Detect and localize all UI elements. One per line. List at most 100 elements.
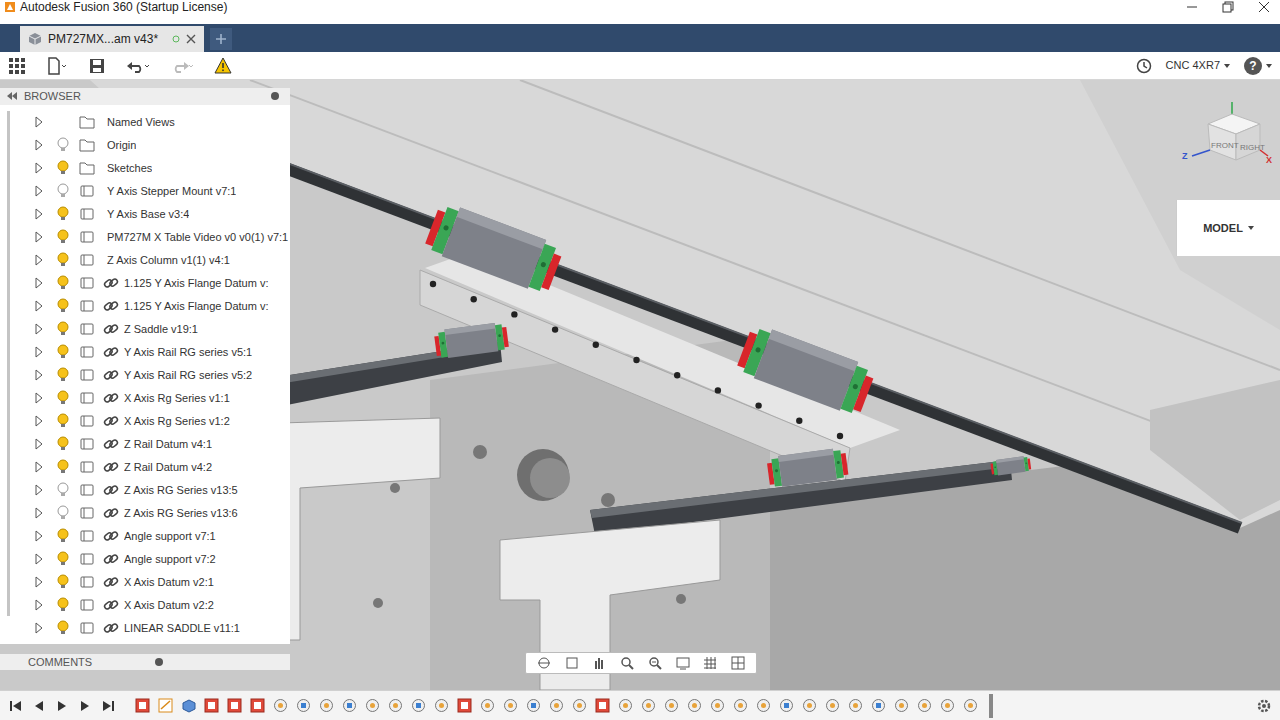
browser-item[interactable]: Origin [0,134,290,157]
timeline-feature-icon[interactable] [203,697,220,714]
close-tab-icon[interactable] [186,34,196,44]
browser-item[interactable]: Y Axis Base v3:4 [0,203,290,226]
timeline-feature-icon[interactable] [755,697,772,714]
expand-arrow-icon[interactable] [33,392,45,404]
visibility-bulb-icon[interactable] [56,505,70,521]
expand-arrow-icon[interactable] [33,622,45,634]
visibility-bulb-icon[interactable] [56,229,70,245]
timeline-feature-icon[interactable] [157,697,174,714]
expand-arrow-icon[interactable] [33,553,45,565]
expand-arrow-icon[interactable] [33,461,45,473]
warning-icon[interactable] [214,57,232,75]
expand-arrow-icon[interactable] [33,599,45,611]
close-icon[interactable] [1258,1,1270,13]
timeline-feature-icon[interactable] [801,697,818,714]
app-grid-icon[interactable] [8,57,26,75]
step-forward-icon[interactable] [77,698,93,714]
visibility-bulb-icon[interactable] [56,574,70,590]
browser-item[interactable]: Z Axis RG Series v13:5 [0,479,290,502]
browser-item[interactable]: Z Saddle v19:1 [0,318,290,341]
expand-arrow-icon[interactable] [33,208,45,220]
pin-icon[interactable] [270,91,280,101]
timeline-feature-icon[interactable] [824,697,841,714]
document-tab[interactable]: PM727MX...am v43* [20,26,204,52]
browser-item[interactable]: X Axis Datum v2:2 [0,594,290,617]
visibility-bulb-icon[interactable] [56,528,70,544]
expand-arrow-icon[interactable] [33,507,45,519]
step-back-icon[interactable] [31,698,47,714]
timeline-feature-icon[interactable] [686,697,703,714]
visibility-bulb-icon[interactable] [56,160,70,176]
visibility-bulb-icon[interactable] [56,206,70,222]
expand-arrow-icon[interactable] [33,576,45,588]
browser-item[interactable]: Angle support v7:2 [0,548,290,571]
expand-arrow-icon[interactable] [33,139,45,151]
timeline-feature-icon[interactable] [870,697,887,714]
job-status-clock-icon[interactable] [1136,58,1152,74]
expand-arrow-icon[interactable] [33,323,45,335]
viewports-icon[interactable] [730,655,746,671]
visibility-bulb-icon[interactable] [56,298,70,314]
visibility-bulb-icon[interactable] [56,390,70,406]
timeline-feature-icon[interactable] [249,697,266,714]
visibility-bulb-icon[interactable] [56,344,70,360]
browser-item[interactable]: Angle support v7:1 [0,525,290,548]
timeline-feature-icon[interactable] [939,697,956,714]
visibility-bulb-icon[interactable] [56,436,70,452]
visibility-bulb-icon[interactable] [56,252,70,268]
visibility-bulb-icon[interactable] [56,137,70,153]
view-cube[interactable]: FRONTRIGHTZX [1180,92,1276,182]
fit-icon[interactable] [647,655,663,671]
expand-arrow-icon[interactable] [33,277,45,289]
settings-gear-icon[interactable] [1256,698,1272,714]
timeline-feature-icon[interactable] [134,697,151,714]
timeline-feature-icon[interactable] [571,697,588,714]
timeline-feature-icon[interactable] [502,697,519,714]
expand-arrow-icon[interactable] [33,530,45,542]
undo-icon[interactable] [126,57,150,75]
new-tab-button[interactable] [210,28,232,50]
minimize-icon[interactable] [1186,1,1198,13]
browser-item[interactable]: Z Rail Datum v4:1 [0,433,290,456]
timeline-feature-icon[interactable] [318,697,335,714]
browser-item[interactable]: Z Rail Datum v4:2 [0,456,290,479]
timeline-marker[interactable] [989,694,993,718]
visibility-bulb-icon[interactable] [56,459,70,475]
browser-item[interactable]: Named Views [0,111,290,134]
timeline-feature-icon[interactable] [847,697,864,714]
timeline-feature-icon[interactable] [295,697,312,714]
timeline-feature-icon[interactable] [364,697,381,714]
browser-item[interactable]: X Axis Rg Series v1:2 [0,410,290,433]
help-menu[interactable]: ? [1244,57,1272,75]
timeline-feature-icon[interactable] [709,697,726,714]
cube-face-label[interactable]: RIGHT [1240,142,1265,154]
browser-item[interactable]: Y Axis Rail RG series v5:1 [0,341,290,364]
browser-item[interactable]: Sketches [0,157,290,180]
expand-arrow-icon[interactable] [33,162,45,174]
expand-arrow-icon[interactable] [33,438,45,450]
collapse-panel-icon[interactable] [6,91,18,101]
timeline-feature-icon[interactable] [548,697,565,714]
browser-item[interactable]: 1.125 Y Axis Flange Datum v: [0,295,290,318]
browser-item[interactable]: X Axis Datum v2:1 [0,571,290,594]
visibility-bulb-icon[interactable] [56,413,70,429]
timeline-feature-icon[interactable] [663,697,680,714]
timeline-feature-icon[interactable] [433,697,450,714]
timeline-feature-icon[interactable] [640,697,657,714]
browser-item[interactable]: LINEAR SADDLE v11:1 [0,617,290,640]
visibility-bulb-icon[interactable] [56,482,70,498]
comments-panel[interactable]: COMMENTS [0,654,290,671]
browser-item[interactable]: PM727M X Table Video v0 v0(1) v7:1 [0,226,290,249]
canvas-viewport[interactable]: BROWSERNamed ViewsOriginSketchesY Axis S… [0,80,1280,690]
timeline-feature-icon[interactable] [916,697,933,714]
timeline-feature-icon[interactable] [226,697,243,714]
expand-arrow-icon[interactable] [33,231,45,243]
timeline-feature-icon[interactable] [387,697,404,714]
file-icon[interactable] [46,57,68,75]
browser-item[interactable]: Y Axis Rail RG series v5:2 [0,364,290,387]
visibility-bulb-icon[interactable] [56,551,70,567]
timeline-feature-icon[interactable] [180,697,197,714]
zoom-icon[interactable] [619,655,635,671]
browser-item[interactable]: X Axis Rg Series v1:1 [0,387,290,410]
expand-arrow-icon[interactable] [33,346,45,358]
